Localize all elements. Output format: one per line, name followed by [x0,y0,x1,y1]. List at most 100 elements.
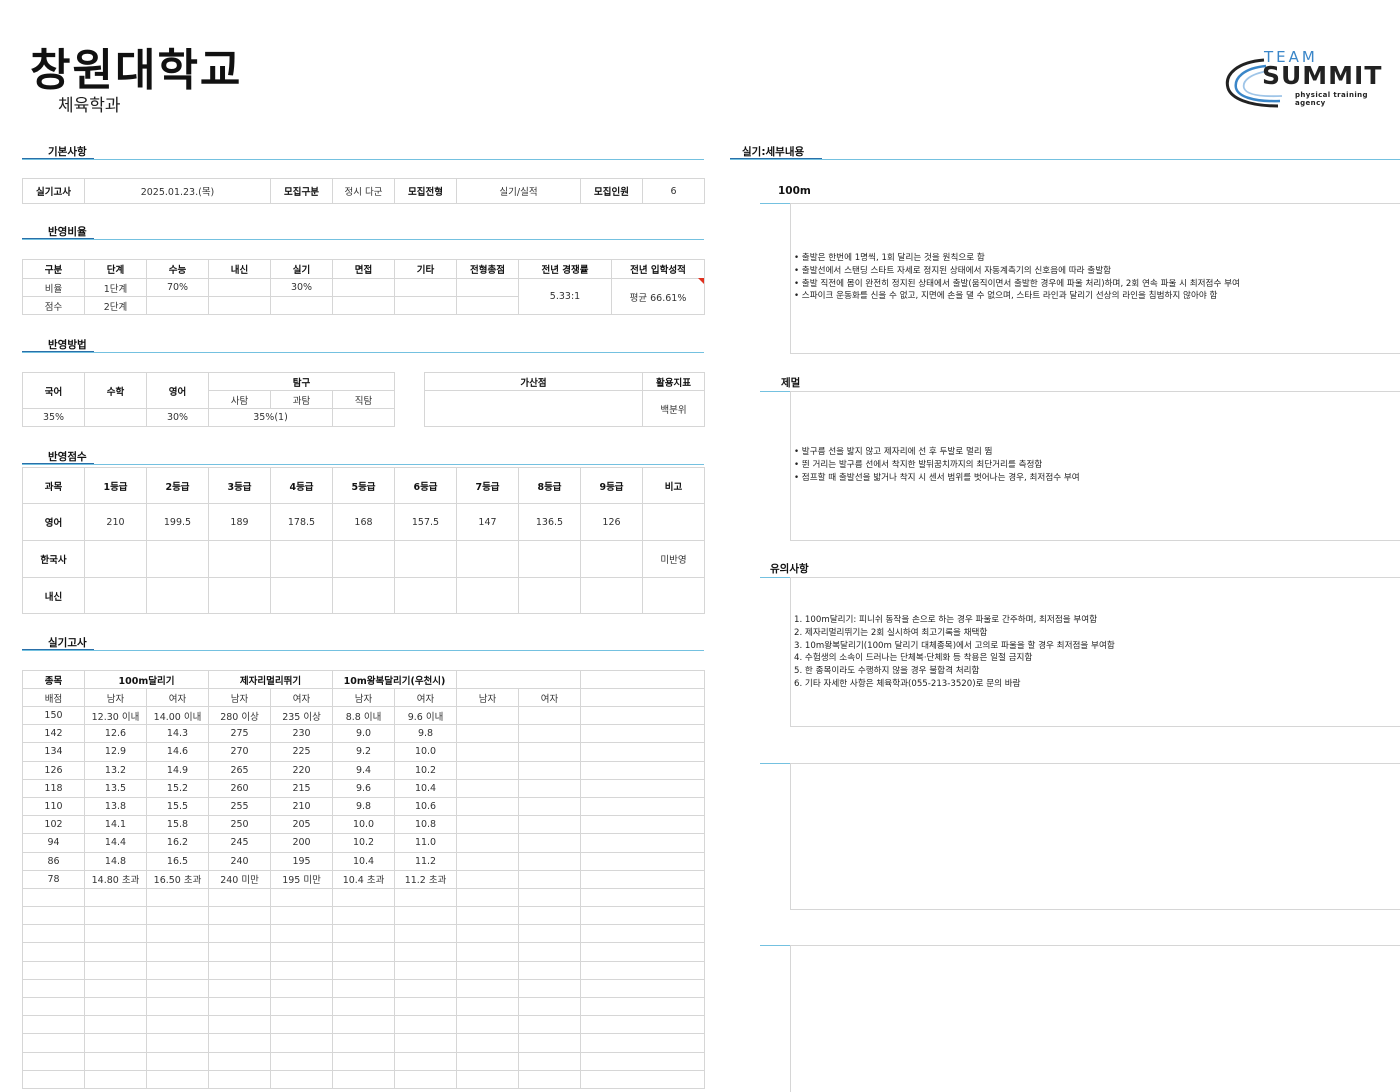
practical-cell: 8.8 이내 [332,705,396,726]
practical-empty-cell [456,1051,520,1071]
practical-cell [580,796,706,817]
exam-date-value: 2025.01.23.(목) [84,178,271,204]
practical-empty-cell [580,996,706,1017]
method-value: 30% [146,408,209,427]
ratio-cell [456,296,519,315]
practical-empty-cell [580,906,706,926]
practical-sub: 남자 [332,688,396,707]
practical-empty-cell [394,887,458,908]
run-panel: • 출발은 한번에 1명씩, 1회 달리는 것을 원칙으로 함 • 출발선에서 스… [790,203,1400,354]
practical-empty-cell [145,1051,210,1071]
practical-cell [456,815,520,835]
practical-cell: 230 [270,724,334,744]
jump-panel: • 발구름 선을 밟지 않고 제자리에 선 후 두발로 멀리 뜀 • 뛴 거리는 … [790,391,1400,541]
ratio-cell [394,278,457,297]
ratio-header: 면접 [332,259,395,279]
practical-cell: 110 [22,796,85,817]
practical-cell: 126 [22,760,85,780]
practical-empty-cell [84,887,147,908]
ratio-cell: 점수 [22,296,85,315]
practical-empty-cell [518,1015,582,1035]
score-cell: 한국사 [22,540,85,578]
practical-cell: 94 [22,833,85,853]
practical-empty-cell [270,1051,334,1071]
event-100m: 100m달리기 [83,670,210,689]
practical-cell: 250 [208,815,272,835]
practical-cell [518,796,582,817]
practical-empty-row [22,924,706,944]
practical-cell: 13.5 [84,778,147,798]
practical-empty-cell [84,1069,147,1089]
practical-row: 86 14.8 16.5 240 195 10.4 11.2 [22,851,706,871]
method-social: 사탐 [208,390,271,409]
practical-empty-cell [518,887,582,908]
ratio-header: 수능 [146,259,209,279]
score-cell [456,540,519,578]
practical-cell [456,760,520,780]
list-item: 2. 제자리멀리뛰기는 2회 실시하여 최고기록을 채택함 [794,627,988,638]
score-cell [84,540,147,578]
jump-list: • 발구름 선을 밟지 않고 제자리에 선 후 두발로 멀리 뜀 • 뛴 거리는 … [794,446,1080,484]
score-cell [332,577,395,614]
practical-empty-cell [580,978,706,999]
score-row-school: 내신 [22,577,705,614]
list-item: 4. 수험생의 소속이 드러나는 단체복·단체화 등 착용은 일절 금지함 [794,653,1033,664]
method-vocational: 직탐 [331,390,396,409]
list-item: • 발구름 선을 밟지 않고 제자리에 선 후 두발로 멀리 뜀 [794,447,993,457]
method-value [84,408,147,427]
list-item: 5. 한 종목이라도 수행하지 않을 경우 불합격 처리함 [794,666,980,677]
list-item: • 점프할 때 출발선을 밟거나 착지 시 센서 범위를 벗어나는 경우, 최저… [794,472,1080,483]
score-header: 7등급 [456,467,519,504]
practical-cell: 275 [208,724,272,744]
practical-cell: 260 [208,778,272,798]
score-header: 과목 [22,467,85,504]
practical-cell: 9.8 [332,796,396,817]
ratio-cell [332,278,395,297]
practical-cell: 86 [22,851,85,871]
practical-empty-cell [580,924,706,944]
practical-cell: 9.6 이내 [394,705,458,726]
practical-cell: 14.3 [145,724,210,744]
practical-empty-row [22,1033,706,1053]
practical-cell: 15.2 [145,778,210,798]
practical-empty-cell [145,1015,210,1035]
practical-cell: 280 이상 [208,705,272,726]
practical-cell: 9.2 [332,742,396,762]
bonus-label: 가산점 [424,372,643,391]
practical-empty-cell [332,996,396,1017]
practical-empty-cell [332,1051,396,1071]
score-header: 4등급 [270,467,333,504]
score-row-history: 한국사 미반영 [22,540,705,578]
practical-empty-cell [145,1033,210,1053]
score-cell: 199.5 [146,503,209,541]
practical-sub: 여자 [145,688,210,707]
practical-row: 118 13.5 15.2 260 215 9.6 10.4 [22,778,706,798]
score-header: 5등급 [332,467,395,504]
score-header: 6등급 [394,467,457,504]
practical-cell [580,742,706,762]
practical-empty-cell [208,978,272,999]
practical-empty-cell [518,978,582,999]
run-title: 100m [778,185,811,197]
practical-empty-cell [270,978,334,999]
comment-marker[interactable] [698,278,704,284]
score-cell: 210 [84,503,147,541]
practical-sub: 여자 [270,688,334,707]
practical-empty-cell [208,887,272,908]
practical-empty-cell [270,1015,334,1035]
ratio-cell [208,296,271,315]
practical-empty-cell [208,1051,272,1071]
practical-empty-cell [518,996,582,1017]
practical-empty-cell [84,1015,147,1035]
practical-empty-cell [456,1069,520,1089]
notice-panel: 1. 100m달리기: 피니쉬 동작을 손으로 하는 경우 파울로 간주하며, … [790,577,1400,727]
practical-empty-cell [145,887,210,908]
practical-empty-cell [580,1069,706,1089]
practical-row: 134 12.9 14.6 270 225 9.2 10.0 [22,742,706,762]
practical-empty-cell [22,978,85,999]
practical-cell: 245 [208,833,272,853]
practical-empty-cell [456,1015,520,1035]
method-math: 수학 [84,372,147,409]
practical-empty-cell [332,924,396,944]
practical-empty-row [22,942,706,962]
